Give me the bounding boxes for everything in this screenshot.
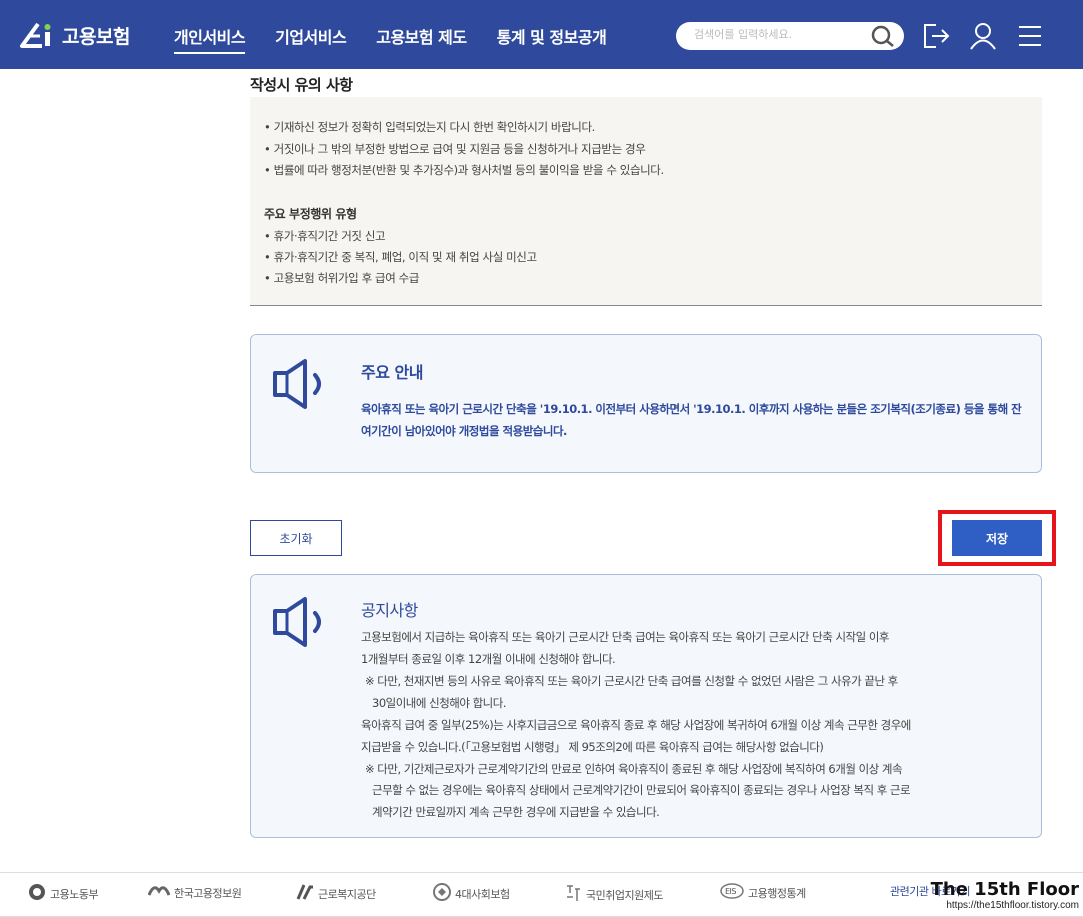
footer-link-keis[interactable]: 한국고용정보원 (147, 883, 242, 902)
main-nav: 개인서비스 기업서비스 고용보험 제도 통계 및 정보공개 (174, 24, 636, 54)
caution-bullet: • 기재하신 정보가 정확히 입력되었는지 다시 한번 확인하시기 바랍니다. (264, 120, 595, 134)
footer-link-eis[interactable]: EIS 고용행정통계 (720, 883, 806, 902)
footer-link-label: 한국고용정보원 (174, 886, 242, 900)
logo-text: 고용보험 (62, 25, 130, 48)
footer-link-label: 고용노동부 (50, 887, 99, 901)
caution-bullet: • 거짓이나 그 밖의 부정한 방법으로 급여 및 지원금 등을 신청하거나 지… (264, 142, 646, 156)
fraud-type-item: • 휴가·휴직기간 거짓 신고 (264, 229, 386, 243)
announcement-title: 공지사항 (361, 601, 418, 620)
moel-logo-icon (28, 883, 46, 904)
speaker-icon (269, 595, 337, 653)
section-title: 작성시 유의 사항 (250, 76, 353, 94)
footer-link-label: 4대사회보험 (455, 887, 510, 901)
footer-link-4insure[interactable]: 4대사회보험 (433, 883, 510, 904)
nav-statistics[interactable]: 통계 및 정보공개 (497, 24, 607, 48)
announcement-line: 고용보험에서 지급하는 육아휴직 또는 육아기 근로시간 단축 급여는 육아휴직… (361, 630, 890, 644)
watermark-url: https://the15thfloor.tistory.com (946, 900, 1079, 911)
watermark-title: The 15th Floor (930, 879, 1079, 900)
save-button[interactable]: 저장 (952, 520, 1042, 556)
fraud-types-heading: 주요 부정행위 유형 (264, 207, 357, 221)
announcement-line: 30일이내에 신청해야 합니다. (372, 696, 506, 710)
announcement-line: 지급받을 수 있습니다.(「고용보험법 시행령」 제 95조의2에 따른 육아휴… (361, 740, 824, 754)
announcement-line: ※ 다만, 기간제근로자가 근로계약기간의 만료로 인하여 육아휴직이 종료된 … (365, 762, 903, 776)
logout-icon[interactable] (922, 22, 952, 54)
announcement-line: 근무할 수 없는 경우에는 육아휴직 상태에서 근로계약기간이 만료되어 육아휴… (372, 783, 911, 797)
employment-support-logo-icon (564, 883, 582, 906)
nav-personal-services[interactable]: 개인서비스 (174, 24, 246, 54)
svg-text:EIS: EIS (725, 887, 736, 896)
search-box (676, 22, 904, 50)
menu-icon[interactable] (1016, 22, 1044, 54)
announcement-line: 계약기간 만료일까지 계속 근무한 경우에 지급받을 수 있습니다. (372, 805, 660, 819)
reset-button[interactable]: 초기화 (250, 520, 342, 556)
nav-insurance-system[interactable]: 고용보험 제도 (376, 24, 467, 48)
comwel-logo-icon (296, 883, 314, 904)
main-notice-card: 주요 안내 육아휴직 또는 육아기 근로시간 단축을 '19.10.1. 이전부… (250, 334, 1042, 473)
4insure-logo-icon (433, 883, 451, 904)
fraud-type-item: • 고용보험 허위가입 후 급여 수급 (264, 271, 420, 285)
caution-box: • 기재하신 정보가 정확히 입력되었는지 다시 한번 확인하시기 바랍니다. … (250, 97, 1042, 306)
footer-link-employment-support[interactable]: 국민취업지원제도 (564, 883, 663, 906)
user-icon[interactable] (968, 22, 998, 54)
footer-link-comwel[interactable]: 근로복지공단 (296, 883, 376, 904)
announcement-line: 1개월부터 종료일 이후 12개월 이내에 신청해야 합니다. (361, 652, 616, 666)
header: 고용보험 개인서비스 기업서비스 고용보험 제도 통계 및 정보공개 (0, 0, 1083, 69)
search-input[interactable] (694, 28, 864, 41)
footer-link-moel[interactable]: 고용노동부 (28, 883, 99, 904)
main-notice-text: 육아휴직 또는 육아기 근로시간 단축을 '19.10.1. 이전부터 사용하면… (361, 402, 1022, 438)
footer: 고용노동부 한국고용정보원 근로복지공단 4대사회보험 국민취업지원제도 EIS… (0, 872, 1083, 917)
footer-link-label: 국민취업지원제도 (586, 888, 663, 902)
announcement-card: 공지사항 고용보험에서 지급하는 육아휴직 또는 육아기 근로시간 단축 급여는… (250, 574, 1042, 838)
footer-link-label: 근로복지공단 (318, 887, 376, 901)
fraud-type-item: • 휴가·휴직기간 중 복직, 폐업, 이직 및 재 취업 사실 미신고 (264, 250, 537, 264)
keis-logo-icon (147, 883, 171, 902)
nav-business-services[interactable]: 기업서비스 (275, 24, 347, 48)
logo[interactable]: 고용보험 (16, 20, 130, 50)
logo-mark-icon (16, 20, 60, 50)
main-notice-title: 주요 안내 (361, 363, 423, 382)
search-icon[interactable] (870, 24, 896, 52)
announcement-line: 육아휴직 급여 중 일부(25%)는 사후지급금으로 육아휴직 종료 후 해당 … (361, 718, 911, 732)
announcement-line: ※ 다만, 천재지변 등의 사유로 육아휴직 또는 육아기 근로시간 단축 급여… (365, 674, 898, 688)
footer-link-label: 고용행정통계 (748, 886, 806, 900)
eis-logo-icon: EIS (720, 883, 744, 902)
caution-bullet: • 법률에 따라 행정처분(반환 및 추가징수)과 형사처벌 등의 불이익을 받… (264, 163, 664, 177)
speaker-icon (269, 357, 337, 415)
watermark: The 15th Floor https://the15thfloor.tist… (930, 879, 1079, 912)
